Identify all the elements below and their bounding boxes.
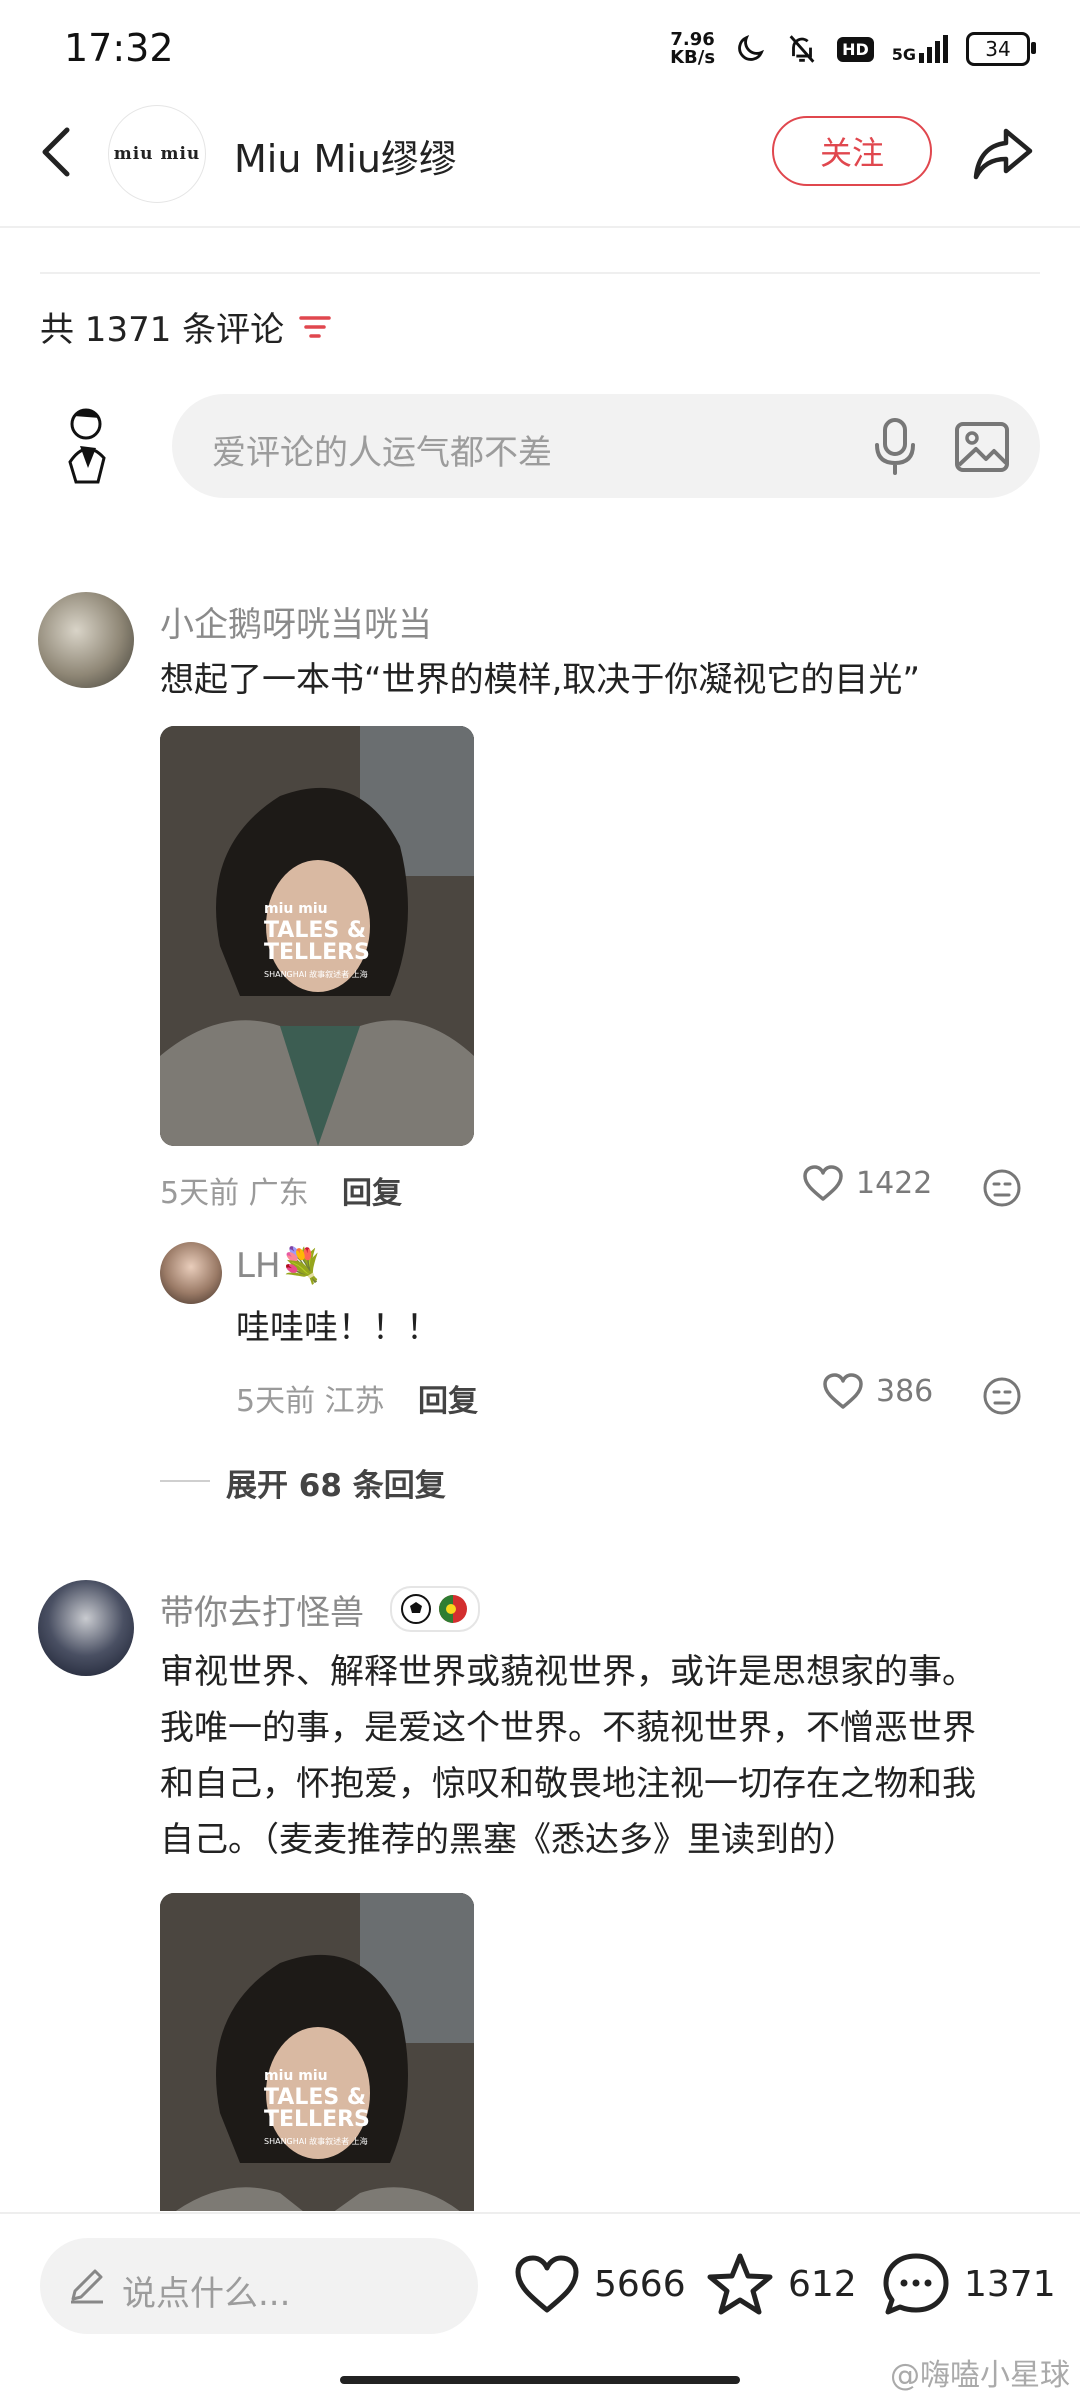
like-count: 1422: [856, 1165, 933, 1201]
heart-icon: [803, 1165, 843, 1201]
status-icons: 7.96 KB/s HD 5G 34: [670, 24, 1036, 74]
comment-input-placeholder: 爱评论的人运气都不差: [212, 433, 552, 473]
comments-button[interactable]: 1371: [882, 2252, 1056, 2316]
pencil-icon: [66, 2264, 108, 2306]
bottom-input-placeholder: 说点什么...: [122, 2274, 291, 2314]
reply-text: 哇哇哇！！！: [236, 1308, 440, 1348]
battery-indicator: 34: [966, 32, 1036, 66]
portrait-photo: [160, 1893, 474, 2211]
comment-avatar[interactable]: [38, 592, 134, 688]
portugal-flag-icon: [439, 1595, 467, 1623]
image-overlay-text: miu miu TALES & TELLERS SHANGHAI 故事叙述者 上…: [264, 901, 370, 979]
share-button[interactable]: [968, 118, 1038, 188]
watermark: @嗨嗑小星球: [890, 2358, 1070, 2393]
account-avatar[interactable]: miu miu: [108, 105, 206, 203]
signal-icon: 5G: [892, 35, 948, 63]
hd-badge: HD: [837, 36, 874, 62]
reply-reply-button[interactable]: 回复: [418, 1376, 478, 1420]
comment-username[interactable]: 小企鹅呀咣当咣当: [160, 597, 432, 646]
brand-logo-text: miu miu: [113, 144, 201, 164]
reply-like-count: 386: [876, 1373, 934, 1409]
soccer-ball-icon: [401, 1594, 431, 1624]
back-button[interactable]: [32, 122, 80, 182]
comment-text: 审视世界、解释世界或藐视世界，或许是思想家的事。 我唯一的事，是爱这个世界。不藐…: [160, 1652, 976, 1860]
comment-username[interactable]: 带你去打怪兽: [160, 1585, 364, 1634]
net-speed: 7.96 KB/s: [670, 29, 716, 68]
comment-image[interactable]: miu miu TALES & TELLERS SHANGHAI 故事叙述者 上…: [160, 1893, 474, 2211]
chevron-left-icon: [42, 127, 70, 177]
reply-meta: 5天前 江苏: [236, 1384, 385, 1419]
comment-avatar[interactable]: [38, 1580, 134, 1676]
chat-bubble-icon: [883, 2253, 949, 2315]
comment-like-button[interactable]: 1422: [802, 1164, 932, 1202]
home-indicator[interactable]: [340, 2376, 740, 2384]
comment-image[interactable]: miu miu TALES & TELLERS SHANGHAI 故事叙述者 上…: [160, 726, 474, 1146]
filter-lines-icon[interactable]: [298, 312, 332, 342]
reply-dislike-button[interactable]: [980, 1374, 1024, 1418]
bottom-divider: [0, 2212, 1080, 2214]
moon-icon: [738, 34, 765, 61]
reply-avatar[interactable]: [160, 1242, 222, 1304]
sketch-avatar-icon: [68, 408, 106, 484]
section-divider: [40, 272, 1040, 274]
reply-button[interactable]: 回复: [342, 1168, 402, 1212]
reply-like-button[interactable]: 386: [822, 1372, 933, 1410]
header-divider: [0, 226, 1080, 228]
image-overlay-text: miu miu TALES & TELLERS SHANGHAI 故事叙述者 上…: [264, 2068, 370, 2146]
comment-count: 共 1371 条评论: [40, 302, 332, 351]
my-avatar[interactable]: [52, 402, 132, 492]
like-post-button[interactable]: 5666: [514, 2254, 686, 2314]
bell-off-icon: [789, 35, 815, 63]
image-upload-button[interactable]: [952, 418, 1012, 476]
expand-line: [160, 1480, 210, 1482]
image-icon: [955, 422, 1009, 472]
reply-username[interactable]: LH💐: [236, 1246, 323, 1286]
microphone-icon: [875, 418, 915, 475]
meh-face-icon: [983, 1377, 1021, 1415]
favorite-button[interactable]: 612: [706, 2252, 857, 2316]
status-time: 17:32: [64, 26, 174, 70]
share-arrow-icon: [973, 128, 1033, 180]
heart-icon: [823, 1373, 863, 1409]
meh-face-icon: [983, 1169, 1021, 1207]
post-like-count: 5666: [594, 2263, 686, 2305]
dislike-button[interactable]: [980, 1166, 1024, 1210]
account-name[interactable]: Miu Miu缪缪: [234, 128, 457, 183]
favorite-count: 612: [788, 2263, 857, 2305]
heart-icon: [515, 2255, 579, 2313]
star-icon: [707, 2253, 773, 2315]
expand-replies-button[interactable]: 展开 68 条回复: [226, 1460, 446, 1505]
comment-total: 1371: [964, 2263, 1056, 2305]
voice-input-button[interactable]: [866, 414, 924, 478]
follow-button[interactable]: 关注: [772, 116, 932, 186]
user-badge: [390, 1586, 480, 1632]
comment-meta: 5天前 广东: [160, 1176, 309, 1211]
comment-text: 想起了一本书“世界的模样,取决于你凝视它的目光”: [160, 660, 921, 700]
